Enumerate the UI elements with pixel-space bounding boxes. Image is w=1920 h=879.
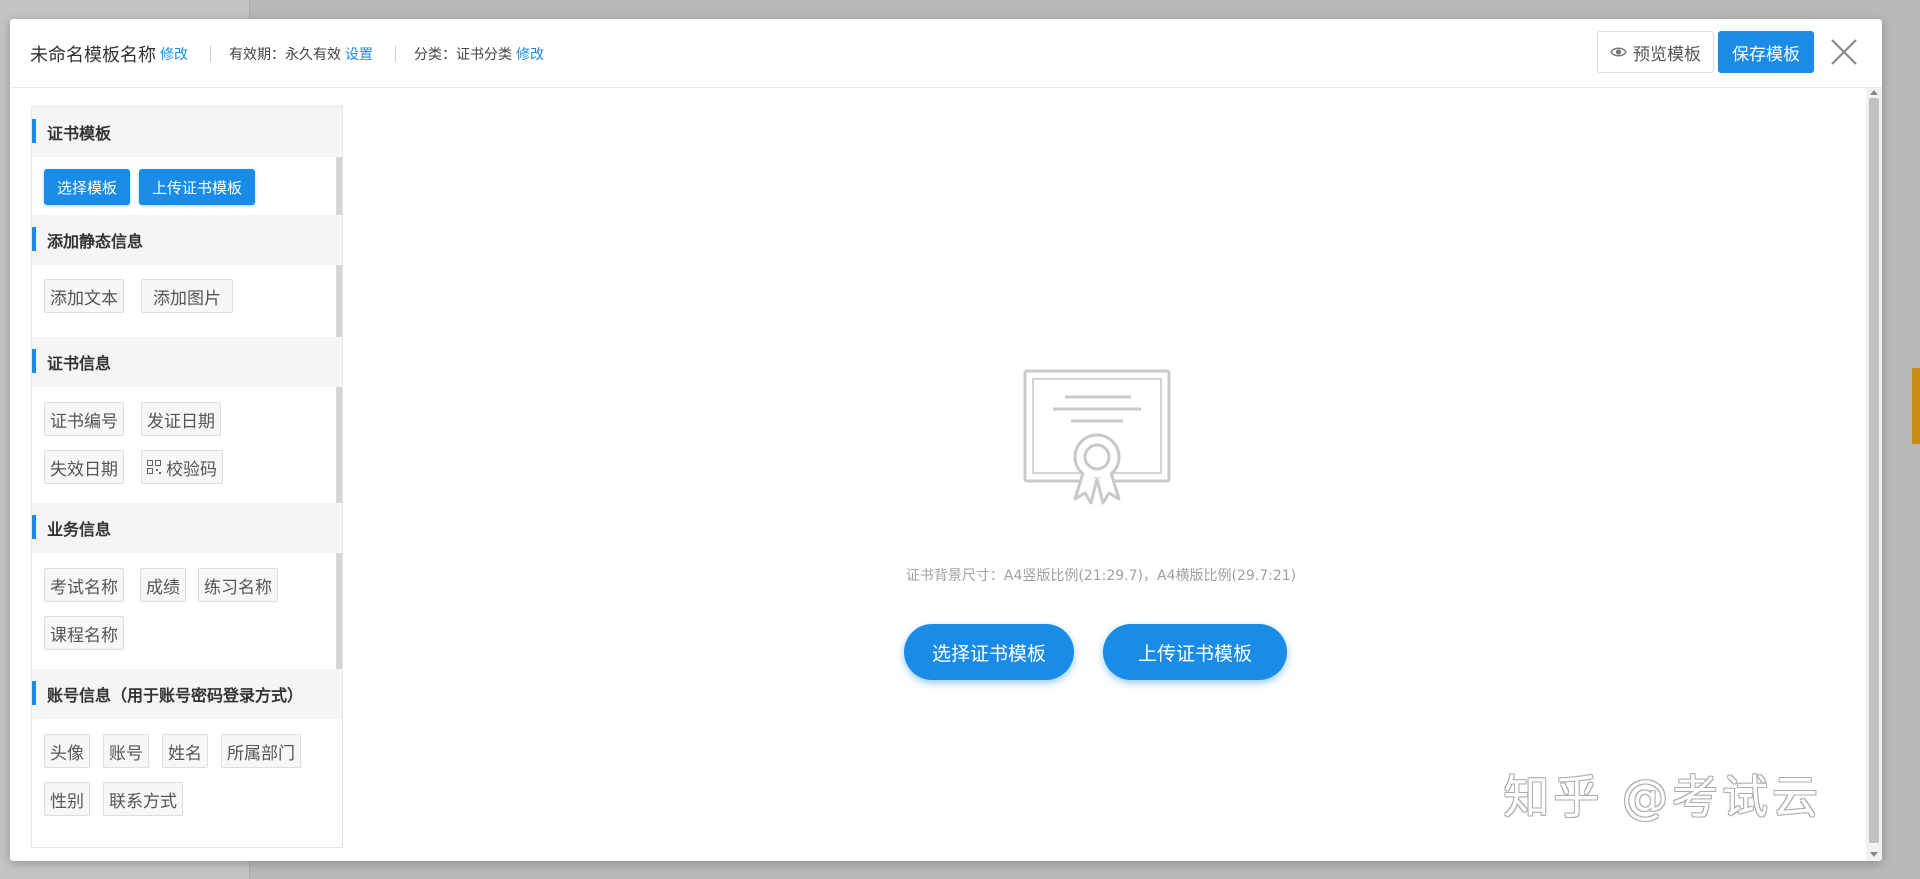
add-text-item[interactable]: 添加文本: [44, 279, 124, 313]
category-label: 分类：证书分类: [414, 46, 512, 63]
name-item[interactable]: 姓名: [162, 734, 208, 768]
certificate-canvas: 证书背景尺寸：A4竖版比例(21:29.7)，A4横版比例(29.7:21) 选…: [343, 88, 1866, 861]
section-business: 考试名称 成绩 练习名称 课程名称: [32, 553, 342, 669]
course-name-item[interactable]: 课程名称: [44, 616, 124, 650]
score-item[interactable]: 成绩: [140, 568, 186, 602]
upload-cert-template-button[interactable]: 上传证书模板: [1103, 624, 1287, 680]
section-title-static: 添加静态信息: [32, 215, 342, 265]
scroll-down-icon[interactable]: [1870, 852, 1878, 857]
preview-template-button[interactable]: 预览模板: [1597, 31, 1714, 73]
close-icon: [1831, 39, 1857, 65]
qr-code-icon: [147, 460, 161, 474]
exam-name-item[interactable]: 考试名称: [44, 568, 124, 602]
department-item[interactable]: 所属部门: [221, 734, 301, 768]
modal-header: 未命名模板名称 修改 有效期：永久有效 设置 分类：证书分类 修改 预览模板 保…: [10, 19, 1882, 88]
section-title-cert-info: 证书信息: [32, 337, 342, 387]
select-cert-template-button[interactable]: 选择证书模板: [904, 624, 1074, 680]
section-title-account: 账号信息（用于账号密码登录方式）: [32, 669, 342, 719]
background-accent-strip: [1912, 368, 1920, 444]
account-item[interactable]: 账号: [103, 734, 149, 768]
header-divider: [395, 45, 396, 62]
section-title-business: 业务信息: [32, 503, 342, 553]
category-edit-link[interactable]: 修改: [516, 44, 544, 64]
cert-number-item[interactable]: 证书编号: [44, 402, 124, 436]
header-actions: 预览模板 保存模板: [1597, 30, 1862, 74]
close-button[interactable]: [1826, 34, 1862, 70]
section-template: 选择模板 上传证书模板: [32, 157, 342, 215]
choose-template-button[interactable]: 选择模板: [44, 169, 131, 205]
verification-code-item[interactable]: 校验码: [141, 450, 223, 484]
eye-icon: [1610, 46, 1627, 58]
expiry-date-item[interactable]: 失效日期: [44, 450, 124, 484]
issue-date-item[interactable]: 发证日期: [141, 402, 221, 436]
save-template-button[interactable]: 保存模板: [1718, 31, 1814, 73]
section-static: 添加文本 添加图片: [32, 265, 342, 337]
validity-label: 有效期：永久有效: [229, 46, 341, 63]
add-image-item[interactable]: 添加图片: [141, 279, 233, 313]
preview-template-label: 预览模板: [1633, 44, 1701, 65]
background-size-hint: 证书背景尺寸：A4竖版比例(21:29.7)，A4横版比例(29.7:21): [905, 568, 1297, 584]
edit-name-link[interactable]: 修改: [160, 44, 188, 64]
scrollbar-thumb[interactable]: [1869, 98, 1879, 843]
upload-template-button[interactable]: 上传证书模板: [139, 169, 256, 205]
watermark: 知乎 @考试云: [1503, 770, 1822, 824]
scroll-up-icon[interactable]: [1870, 90, 1878, 95]
modal-scrollbar[interactable]: [1866, 88, 1882, 861]
contact-item[interactable]: 联系方式: [103, 782, 183, 816]
header-divider: [210, 45, 211, 62]
section-title-template: 证书模板: [32, 107, 342, 157]
validity-set-link[interactable]: 设置: [345, 44, 373, 64]
practice-name-item[interactable]: 练习名称: [198, 568, 278, 602]
certificate-icon: [1023, 369, 1171, 505]
section-account: 头像 账号 姓名 所属部门 性别 联系方式: [32, 719, 342, 836]
header-info: 未命名模板名称 修改 有效期：永久有效 设置 分类：证书分类 修改: [30, 19, 544, 88]
gender-item[interactable]: 性别: [44, 782, 90, 816]
avatar-item[interactable]: 头像: [44, 734, 90, 768]
template-editor-modal: 未命名模板名称 修改 有效期：永久有效 设置 分类：证书分类 修改 预览模板 保…: [10, 19, 1882, 861]
element-panel: 证书模板 选择模板 上传证书模板 添加静态信息 添加文本 添加图片 证书信息 证…: [31, 106, 343, 848]
verification-code-label: 校验码: [166, 459, 217, 480]
section-cert-info: 证书编号 发证日期 失效日期 校验码: [32, 387, 342, 503]
template-name: 未命名模板名称: [30, 44, 156, 66]
panel-scrollbar[interactable]: [336, 107, 342, 673]
